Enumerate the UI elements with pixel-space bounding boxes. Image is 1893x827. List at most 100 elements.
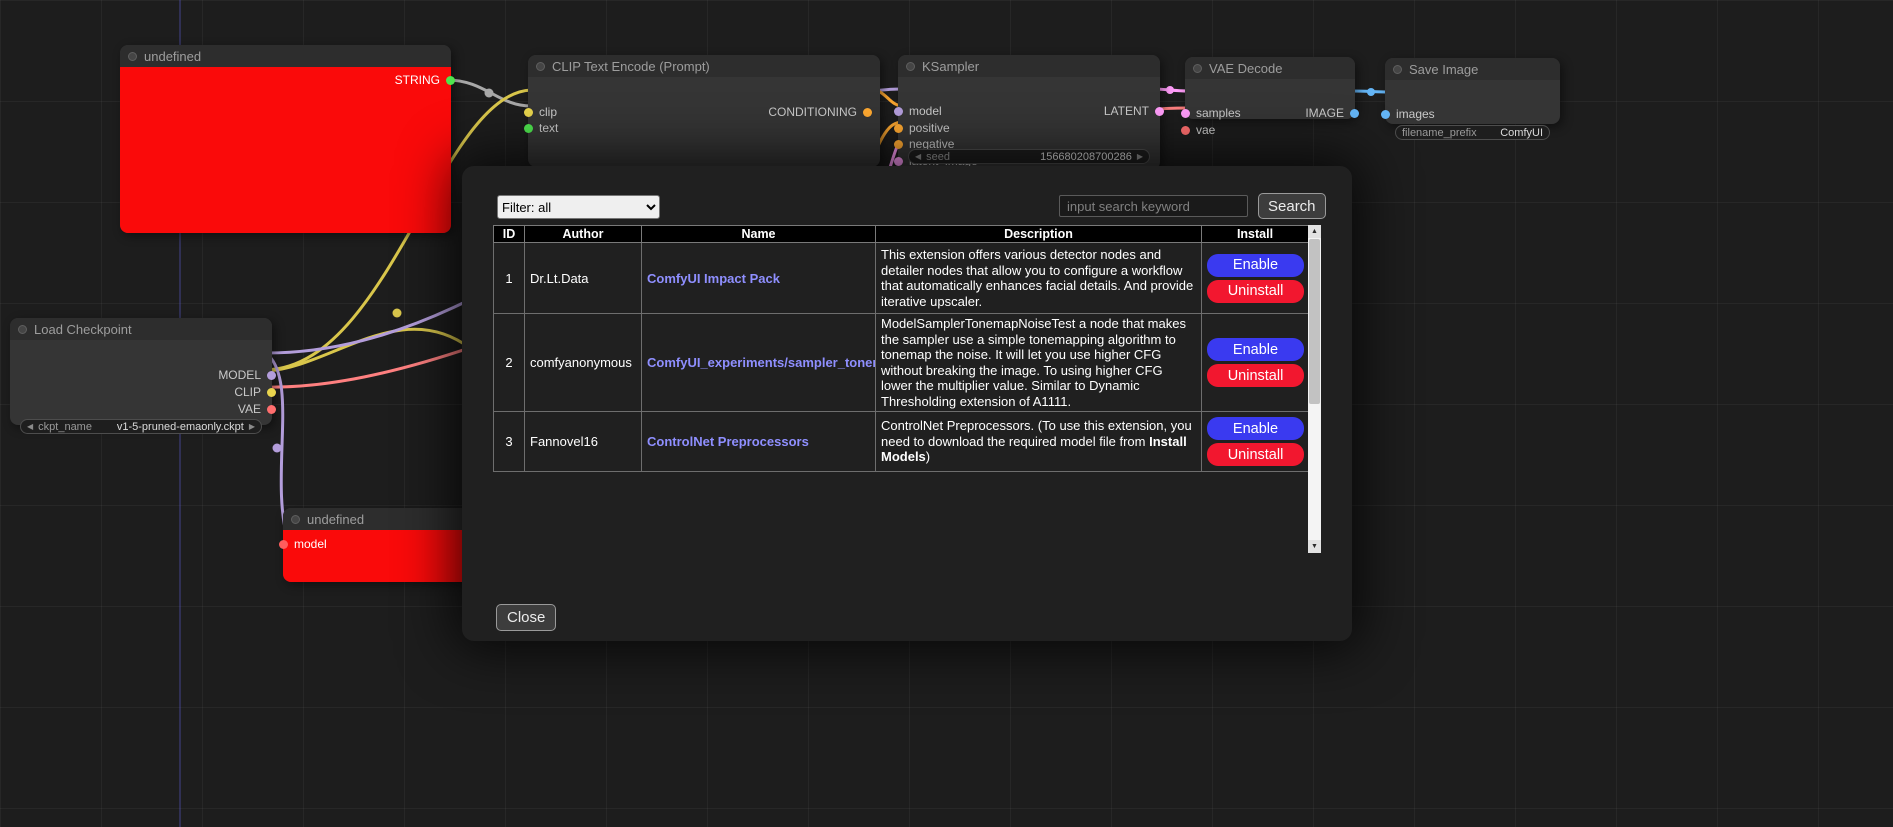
- node-title: Save Image: [1409, 62, 1478, 77]
- slot-label: text: [539, 121, 558, 135]
- slot-label: IMAGE: [1305, 106, 1344, 120]
- node-save-image[interactable]: Save Image images filename_prefix ComfyU…: [1385, 58, 1560, 124]
- images-input-slot[interactable]: images: [1381, 107, 1435, 121]
- enable-button[interactable]: Enable: [1207, 417, 1304, 440]
- vae-output-slot[interactable]: VAE: [238, 402, 276, 416]
- table-scrollbar[interactable]: ▲ ▼: [1308, 225, 1321, 553]
- model-input-slot[interactable]: model: [894, 104, 942, 118]
- search-input[interactable]: [1059, 195, 1248, 217]
- images-input-pin[interactable]: [1381, 110, 1390, 119]
- increment-arrow-icon[interactable]: ▶: [1137, 153, 1143, 161]
- string-output-pin[interactable]: [446, 76, 455, 85]
- enable-button[interactable]: Enable: [1207, 254, 1304, 277]
- latent-image-input-pin[interactable]: [894, 157, 903, 166]
- next-arrow-icon[interactable]: ▶: [249, 423, 255, 431]
- collapse-dot-icon[interactable]: [18, 325, 27, 334]
- previous-arrow-icon[interactable]: ◀: [27, 423, 33, 431]
- node-ksampler[interactable]: KSampler model positive negative latent_…: [898, 55, 1160, 170]
- samples-input-slot[interactable]: samples: [1181, 106, 1241, 120]
- extension-link[interactable]: ControlNet Preprocessors: [647, 434, 809, 449]
- extension-table: ID Author Name Description Install 1 Dr.…: [493, 225, 1309, 472]
- node-header[interactable]: CLIP Text Encode (Prompt): [528, 55, 880, 77]
- extension-link[interactable]: ComfyUI Impact Pack: [647, 271, 780, 286]
- text-input-slot[interactable]: text: [524, 121, 558, 135]
- slot-label: VAE: [238, 402, 261, 416]
- node-header[interactable]: undefined: [120, 45, 451, 67]
- latent-output-slot[interactable]: LATENT: [1104, 104, 1164, 118]
- scroll-down-icon[interactable]: ▼: [1308, 540, 1321, 553]
- collapse-dot-icon[interactable]: [906, 62, 915, 71]
- string-output-slot[interactable]: STRING: [395, 73, 455, 87]
- conditioning-output-slot[interactable]: CONDITIONING: [768, 105, 872, 119]
- node-header[interactable]: Load Checkpoint: [10, 318, 272, 340]
- enable-button[interactable]: Enable: [1207, 338, 1304, 361]
- model-input-pin[interactable]: [894, 107, 903, 116]
- widget-value: ComfyUI: [1500, 127, 1543, 139]
- scroll-up-icon[interactable]: ▲: [1308, 225, 1321, 238]
- slot-label: CLIP: [234, 385, 261, 399]
- vae-input-pin[interactable]: [1181, 126, 1190, 135]
- node-title: undefined: [144, 49, 201, 64]
- collapse-dot-icon[interactable]: [291, 515, 300, 524]
- filename-prefix-widget[interactable]: filename_prefix ComfyUI: [1395, 125, 1550, 140]
- node-title: undefined: [307, 512, 364, 527]
- model-output-pin[interactable]: [267, 371, 276, 380]
- slot-label: MODEL: [218, 368, 261, 382]
- model-input-pin[interactable]: [279, 540, 288, 549]
- collapse-dot-icon[interactable]: [1393, 65, 1402, 74]
- close-button[interactable]: Close: [496, 604, 556, 631]
- slot-label: LATENT: [1104, 104, 1149, 118]
- model-input-slot[interactable]: model: [279, 537, 327, 551]
- column-header-author: Author: [525, 226, 642, 243]
- collapse-dot-icon[interactable]: [536, 62, 545, 71]
- node-clip-text-encode[interactable]: CLIP Text Encode (Prompt) clip text COND…: [528, 55, 880, 167]
- image-output-slot[interactable]: IMAGE: [1305, 106, 1359, 120]
- vae-output-pin[interactable]: [267, 405, 276, 414]
- node-title: Load Checkpoint: [34, 322, 132, 337]
- node-header[interactable]: KSampler: [898, 55, 1160, 77]
- column-header-install: Install: [1202, 226, 1309, 243]
- collapse-dot-icon[interactable]: [1193, 64, 1202, 73]
- slot-label: positive: [909, 121, 950, 135]
- node-vae-decode[interactable]: VAE Decode samples vae IMAGE: [1185, 57, 1355, 119]
- clip-output-slot[interactable]: CLIP: [234, 385, 276, 399]
- seed-widget[interactable]: ◀ seed 156680208700286 ▶: [908, 149, 1150, 164]
- node-title: VAE Decode: [1209, 61, 1282, 76]
- conditioning-output-pin[interactable]: [863, 108, 872, 117]
- clip-input-pin[interactable]: [524, 108, 533, 117]
- positive-input-pin[interactable]: [894, 124, 903, 133]
- extension-author: comfyanonymous: [525, 314, 642, 412]
- node-header[interactable]: VAE Decode: [1185, 57, 1355, 79]
- negative-input-pin[interactable]: [894, 140, 903, 149]
- slot-label: images: [1396, 107, 1435, 121]
- model-output-slot[interactable]: MODEL: [218, 368, 276, 382]
- search-button[interactable]: Search: [1258, 193, 1326, 219]
- column-header-id: ID: [494, 226, 525, 243]
- uninstall-button[interactable]: Uninstall: [1207, 280, 1304, 303]
- extension-link[interactable]: ComfyUI_experiments/sampler_tonemap: [647, 355, 876, 370]
- widget-name: filename_prefix: [1402, 127, 1477, 139]
- filter-select[interactable]: Filter: all: [497, 195, 660, 219]
- positive-input-slot[interactable]: positive: [894, 121, 950, 135]
- decrement-arrow-icon[interactable]: ◀: [915, 153, 921, 161]
- collapse-dot-icon[interactable]: [128, 52, 137, 61]
- samples-input-pin[interactable]: [1181, 109, 1190, 118]
- image-output-pin[interactable]: [1350, 109, 1359, 118]
- uninstall-button[interactable]: Uninstall: [1207, 364, 1304, 387]
- extension-row: 3 Fannovel16 ControlNet Preprocessors Co…: [494, 412, 1309, 472]
- text-input-pin[interactable]: [524, 124, 533, 133]
- clip-output-pin[interactable]: [267, 388, 276, 397]
- vae-input-slot[interactable]: vae: [1181, 123, 1215, 137]
- ckpt-name-widget[interactable]: ◀ ckpt_name v1-5-pruned-emaonly.ckpt ▶: [20, 419, 262, 434]
- scrollbar-thumb[interactable]: [1309, 239, 1320, 404]
- latent-output-pin[interactable]: [1155, 107, 1164, 116]
- node-load-checkpoint[interactable]: Load Checkpoint MODEL CLIP VAE ◀ ckpt_na…: [10, 318, 272, 425]
- slot-label: model: [294, 537, 327, 551]
- node-undefined-top[interactable]: undefined STRING: [120, 45, 451, 233]
- widget-value: 156680208700286: [1040, 151, 1132, 163]
- node-header[interactable]: Save Image: [1385, 58, 1560, 80]
- slot-label: vae: [1196, 123, 1215, 137]
- uninstall-button[interactable]: Uninstall: [1207, 443, 1304, 466]
- extension-row: 2 comfyanonymous ComfyUI_experiments/sam…: [494, 314, 1309, 412]
- clip-input-slot[interactable]: clip: [524, 105, 557, 119]
